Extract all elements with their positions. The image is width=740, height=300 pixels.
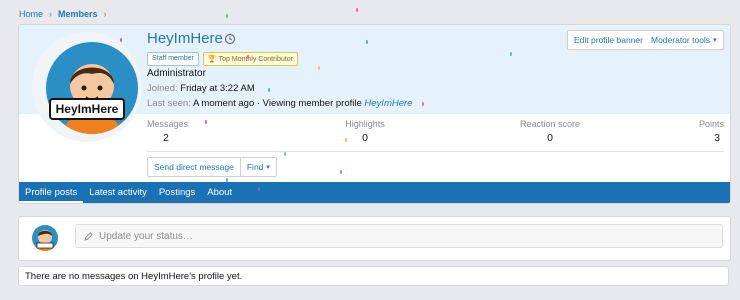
tab-about[interactable]: About bbox=[201, 182, 238, 203]
avatar-illustration bbox=[62, 64, 122, 134]
confetti-piece bbox=[422, 102, 424, 106]
avatar[interactable]: HeyImHere bbox=[32, 32, 142, 142]
confetti-piece bbox=[510, 52, 512, 56]
avatar-name-label: HeyImHere bbox=[55, 102, 119, 116]
send-direct-message-button[interactable]: Send direct message bbox=[147, 157, 241, 177]
pencil-icon bbox=[84, 231, 93, 241]
stat-value: 2 bbox=[163, 132, 169, 144]
last-seen-link[interactable]: HeyImHere bbox=[364, 98, 412, 109]
find-button[interactable]: Find ▾ bbox=[240, 157, 277, 177]
breadcrumb-members[interactable]: Members bbox=[58, 9, 98, 19]
status-avatar-illustration bbox=[36, 230, 54, 251]
empty-messages-notice: There are no messages on HeyImHere's pro… bbox=[18, 266, 729, 286]
confetti-piece bbox=[284, 152, 286, 156]
stat-label: Highlights bbox=[345, 119, 385, 129]
last-seen-value: A moment ago · Viewing member profile bbox=[192, 98, 362, 109]
edit-profile-banner-button[interactable]: Edit profile banner bbox=[567, 30, 650, 50]
stat-messages[interactable]: Messages 2 bbox=[147, 119, 188, 144]
breadcrumb-home[interactable]: Home bbox=[19, 9, 43, 19]
stat-label: Points bbox=[698, 119, 724, 129]
find-label: Find bbox=[246, 162, 264, 172]
stat-points[interactable]: Points 3 bbox=[699, 119, 724, 144]
tab-label: Profile posts bbox=[25, 187, 78, 198]
user-role: Administrator bbox=[147, 68, 206, 79]
status-avatar[interactable] bbox=[32, 225, 58, 251]
tab-label: About bbox=[207, 187, 233, 198]
stat-reaction-score[interactable]: Reaction score 0 bbox=[497, 119, 603, 144]
edit-profile-banner-label: Edit profile banner bbox=[574, 35, 643, 45]
last-seen-line: Last seen: A moment ago · Viewing member… bbox=[147, 98, 412, 109]
profile-actions: Send direct message Find ▾ bbox=[147, 157, 277, 177]
stat-value: 3 bbox=[714, 132, 720, 144]
stat-value: 0 bbox=[362, 132, 368, 144]
breadcrumb-separator-icon: › bbox=[103, 9, 107, 19]
chevron-down-icon: ▾ bbox=[713, 37, 717, 44]
badge-group: Staff member 🏆 Top Monthly Contributor bbox=[147, 52, 298, 66]
tab-label: Postings bbox=[158, 187, 196, 198]
divider bbox=[147, 151, 724, 152]
stat-value: 0 bbox=[547, 132, 553, 144]
tab-label: Latest activity bbox=[89, 187, 147, 198]
empty-messages-text: There are no messages on HeyImHere's pro… bbox=[25, 270, 243, 282]
moderator-tools-button[interactable]: Moderator tools ▾ bbox=[645, 30, 724, 50]
tab-profile-posts[interactable]: Profile posts bbox=[19, 182, 84, 203]
confetti-piece bbox=[340, 170, 342, 174]
confetti-piece bbox=[247, 55, 249, 59]
confetti-piece bbox=[120, 38, 122, 42]
profile-username: HeyImHere bbox=[147, 30, 223, 47]
status-placeholder: Update your status… bbox=[99, 230, 193, 242]
confetti-piece bbox=[366, 40, 368, 44]
breadcrumb-separator-icon: › bbox=[49, 9, 53, 19]
avatar-image bbox=[46, 42, 138, 134]
confetti-piece bbox=[345, 138, 347, 142]
trophy-icon: 🏆 bbox=[207, 56, 217, 63]
profile-tabs: Profile posts Latest activity Postings A… bbox=[19, 182, 730, 203]
moderator-tools-label: Moderator tools bbox=[651, 35, 711, 45]
confetti-piece bbox=[268, 88, 270, 92]
status-update-card: Update your status… bbox=[18, 216, 731, 261]
joined-label: Joined: bbox=[147, 83, 178, 94]
joined-line: Joined: Friday at 3:22 AM bbox=[147, 83, 255, 94]
status-input[interactable]: Update your status… bbox=[75, 224, 723, 248]
stat-highlights[interactable]: Highlights 0 bbox=[325, 119, 405, 144]
profile-card: HeyImHere HeyImHere Staff member 🏆 Top M… bbox=[18, 24, 731, 204]
confetti-piece bbox=[356, 8, 358, 12]
tab-latest-activity[interactable]: Latest activity bbox=[83, 182, 153, 203]
avatar-name-plate: HeyImHere bbox=[49, 98, 125, 120]
breadcrumb: Home › Members › bbox=[19, 9, 107, 19]
stat-label: Reaction score bbox=[519, 119, 581, 129]
confetti-piece bbox=[226, 178, 228, 182]
history-icon[interactable] bbox=[224, 33, 236, 45]
confetti-piece bbox=[205, 120, 207, 124]
send-direct-message-label: Send direct message bbox=[154, 162, 234, 172]
stats-row: Messages 2 Highlights 0 Reaction score 0… bbox=[147, 119, 724, 149]
joined-value: Friday at 3:22 AM bbox=[180, 83, 255, 94]
confetti-piece bbox=[258, 187, 260, 191]
top-contributor-label: Top Monthly Contributor bbox=[218, 55, 293, 63]
confetti-piece bbox=[226, 14, 228, 18]
confetti-piece bbox=[318, 66, 320, 70]
top-contributor-badge: 🏆 Top Monthly Contributor bbox=[202, 52, 298, 66]
staff-badge: Staff member bbox=[147, 52, 199, 66]
last-seen-label: Last seen: bbox=[147, 98, 191, 109]
stat-label: Messages bbox=[147, 119, 189, 129]
tab-postings[interactable]: Postings bbox=[153, 182, 201, 203]
chevron-down-icon: ▾ bbox=[266, 164, 270, 171]
